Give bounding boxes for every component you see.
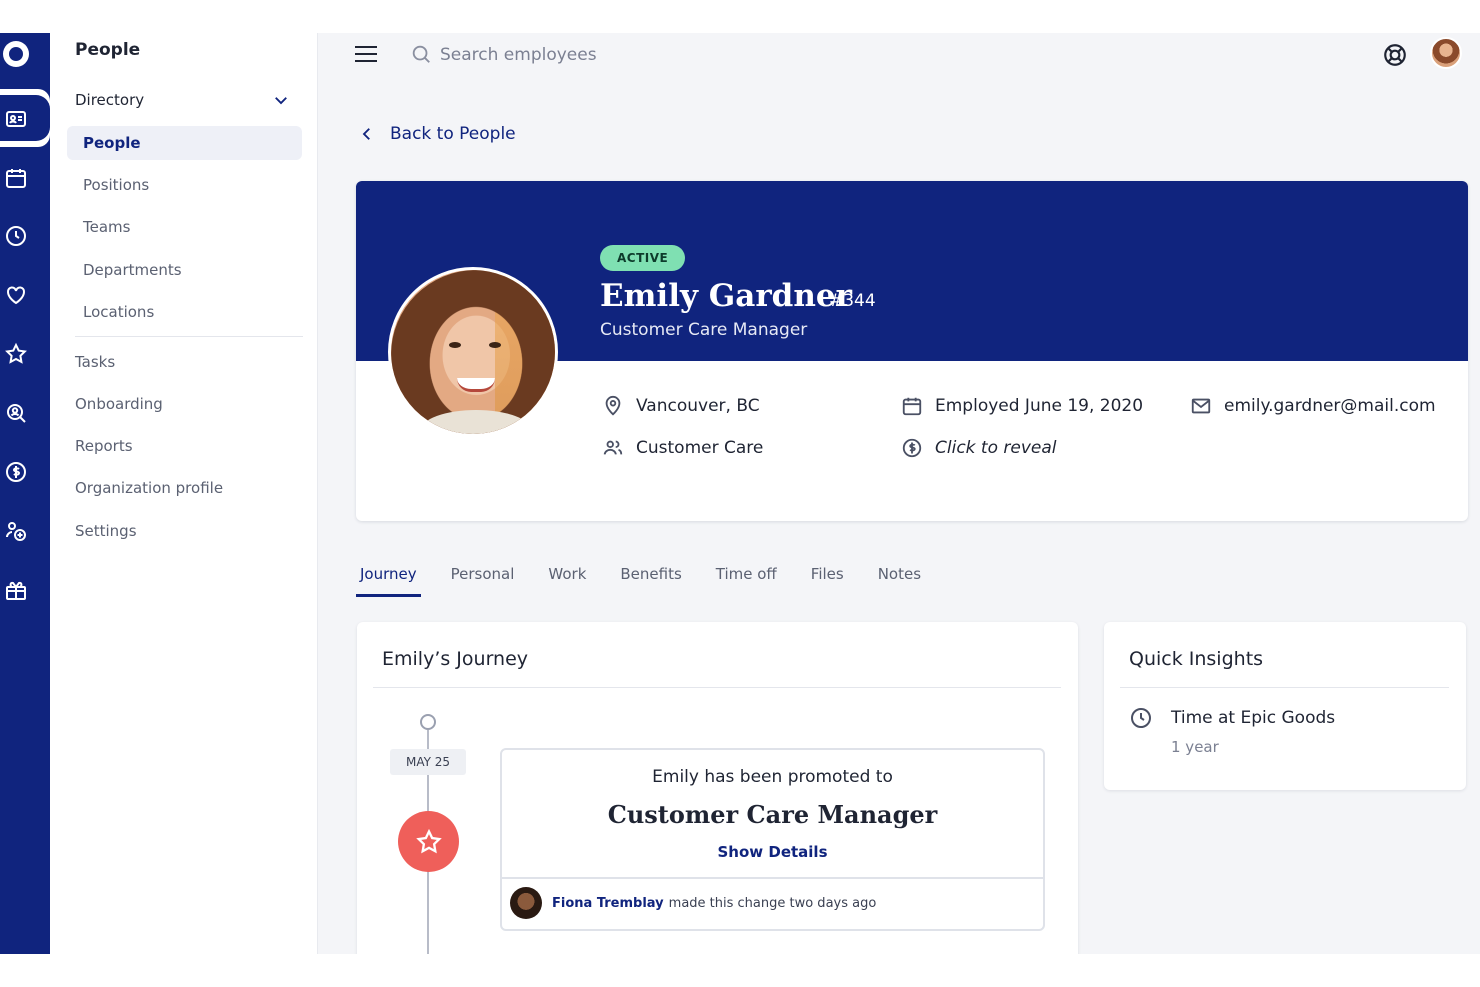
salary-field[interactable]: Click to reveal bbox=[901, 437, 1057, 459]
tab-benefits[interactable]: Benefits bbox=[616, 561, 685, 597]
department-value: Customer Care bbox=[636, 438, 764, 458]
timeline-start-dot bbox=[420, 714, 436, 730]
app-logo-icon[interactable] bbox=[3, 41, 29, 67]
timeline-date: MAY 25 bbox=[390, 749, 466, 775]
heart-icon[interactable] bbox=[4, 283, 28, 307]
promotion-divider bbox=[502, 877, 1043, 879]
location-value: Vancouver, BC bbox=[636, 396, 760, 416]
nav-group-directory[interactable]: Directory bbox=[75, 91, 144, 109]
change-attribution: Fiona Tremblay made this change two days… bbox=[510, 887, 876, 919]
nav-item-locations[interactable]: Locations bbox=[67, 295, 302, 329]
journey-title: Emily’s Journey bbox=[382, 648, 529, 670]
changer-avatar bbox=[510, 887, 542, 919]
clock-icon bbox=[1129, 706, 1153, 730]
employed-field: Employed June 19, 2020 bbox=[901, 395, 1143, 417]
team-icon bbox=[602, 437, 624, 459]
map-pin-icon bbox=[602, 395, 624, 417]
nav-divider bbox=[75, 336, 303, 337]
changer-name[interactable]: Fiona Tremblay bbox=[552, 896, 664, 911]
nav-item-onboarding[interactable]: Onboarding bbox=[75, 395, 163, 413]
search-input[interactable] bbox=[440, 42, 740, 68]
top-bar bbox=[318, 33, 1480, 77]
profile-photo bbox=[388, 267, 558, 437]
nav-item-departments[interactable]: Departments bbox=[67, 253, 302, 287]
department-field: Customer Care bbox=[602, 437, 763, 459]
user-add-icon[interactable] bbox=[4, 519, 28, 543]
menu-icon[interactable] bbox=[355, 46, 377, 62]
search-icon bbox=[410, 43, 432, 65]
nav-item-tasks[interactable]: Tasks bbox=[75, 353, 115, 371]
promotion-role: Customer Care Manager bbox=[607, 800, 938, 829]
insights-card: Quick Insights Time at Epic Goods 1 year bbox=[1104, 622, 1466, 790]
email-field[interactable]: emily.gardner@mail.com bbox=[1190, 395, 1436, 417]
status-badge: ACTIVE bbox=[600, 245, 686, 271]
mail-icon bbox=[1190, 395, 1212, 417]
star-icon[interactable] bbox=[4, 342, 28, 366]
journey-card: Emily’s Journey MAY 25 Emily has been pr… bbox=[357, 622, 1078, 954]
promotion-lead: Emily has been promoted to bbox=[652, 767, 893, 787]
icon-rail bbox=[0, 33, 50, 954]
nav-item-teams[interactable]: Teams bbox=[67, 210, 302, 244]
back-link[interactable]: Back to People bbox=[358, 120, 516, 148]
search-person-icon[interactable] bbox=[4, 401, 28, 425]
calendar-icon bbox=[901, 395, 923, 417]
chevron-left-icon bbox=[362, 128, 370, 140]
insight-label: Time at Epic Goods bbox=[1171, 708, 1336, 728]
tab-journey[interactable]: Journey bbox=[356, 561, 421, 597]
nav-item-reports[interactable]: Reports bbox=[75, 437, 133, 455]
calendar-icon[interactable] bbox=[4, 166, 28, 190]
app-frame: People Directory People Positions Teams … bbox=[0, 33, 1480, 954]
employee-id: #344 bbox=[829, 291, 876, 311]
change-note: made this change two days ago bbox=[668, 895, 877, 911]
show-details-link[interactable]: Show Details bbox=[502, 843, 1043, 861]
back-link-label: Back to People bbox=[390, 124, 516, 144]
user-avatar[interactable] bbox=[1430, 37, 1462, 69]
insights-title: Quick Insights bbox=[1129, 648, 1264, 670]
nav-item-people[interactable]: People bbox=[67, 126, 302, 160]
profile-tabs: Journey Personal Work Benefits Time off … bbox=[356, 561, 951, 599]
tab-files[interactable]: Files bbox=[807, 561, 848, 597]
tab-notes[interactable]: Notes bbox=[874, 561, 925, 597]
salary-reveal[interactable]: Click to reveal bbox=[935, 438, 1057, 458]
chevron-down-icon[interactable] bbox=[272, 91, 290, 109]
lifebuoy-icon[interactable] bbox=[1382, 42, 1408, 68]
insights-divider bbox=[1120, 687, 1449, 688]
employee-role: Customer Care Manager bbox=[600, 320, 808, 340]
promotion-card: Emily has been promoted to Customer Care… bbox=[500, 748, 1045, 931]
tab-work[interactable]: Work bbox=[544, 561, 590, 597]
insight-value: 1 year bbox=[1171, 738, 1219, 756]
journey-divider bbox=[373, 687, 1061, 688]
dollar-icon[interactable] bbox=[4, 460, 28, 484]
employee-name: Emily Gardner bbox=[600, 278, 852, 314]
clock-icon[interactable] bbox=[4, 224, 28, 248]
employed-value: Employed June 19, 2020 bbox=[935, 396, 1144, 416]
location-field: Vancouver, BC bbox=[602, 395, 760, 417]
nav-title: People bbox=[75, 40, 141, 60]
tab-time-off[interactable]: Time off bbox=[712, 561, 781, 597]
email-value[interactable]: emily.gardner@mail.com bbox=[1224, 396, 1436, 416]
side-nav: People Directory People Positions Teams … bbox=[50, 33, 318, 954]
promotion-star-icon bbox=[398, 811, 459, 872]
nav-item-positions[interactable]: Positions bbox=[67, 168, 302, 202]
nav-item-organization-profile[interactable]: Organization profile bbox=[75, 479, 223, 497]
profile-card: ACTIVE Emily Gardner #344 Customer Care … bbox=[356, 181, 1468, 521]
nav-item-settings[interactable]: Settings bbox=[75, 522, 137, 540]
dollar-icon bbox=[901, 437, 923, 459]
tab-personal[interactable]: Personal bbox=[447, 561, 519, 597]
gift-icon[interactable] bbox=[4, 578, 28, 602]
people-card-icon[interactable] bbox=[4, 107, 28, 131]
